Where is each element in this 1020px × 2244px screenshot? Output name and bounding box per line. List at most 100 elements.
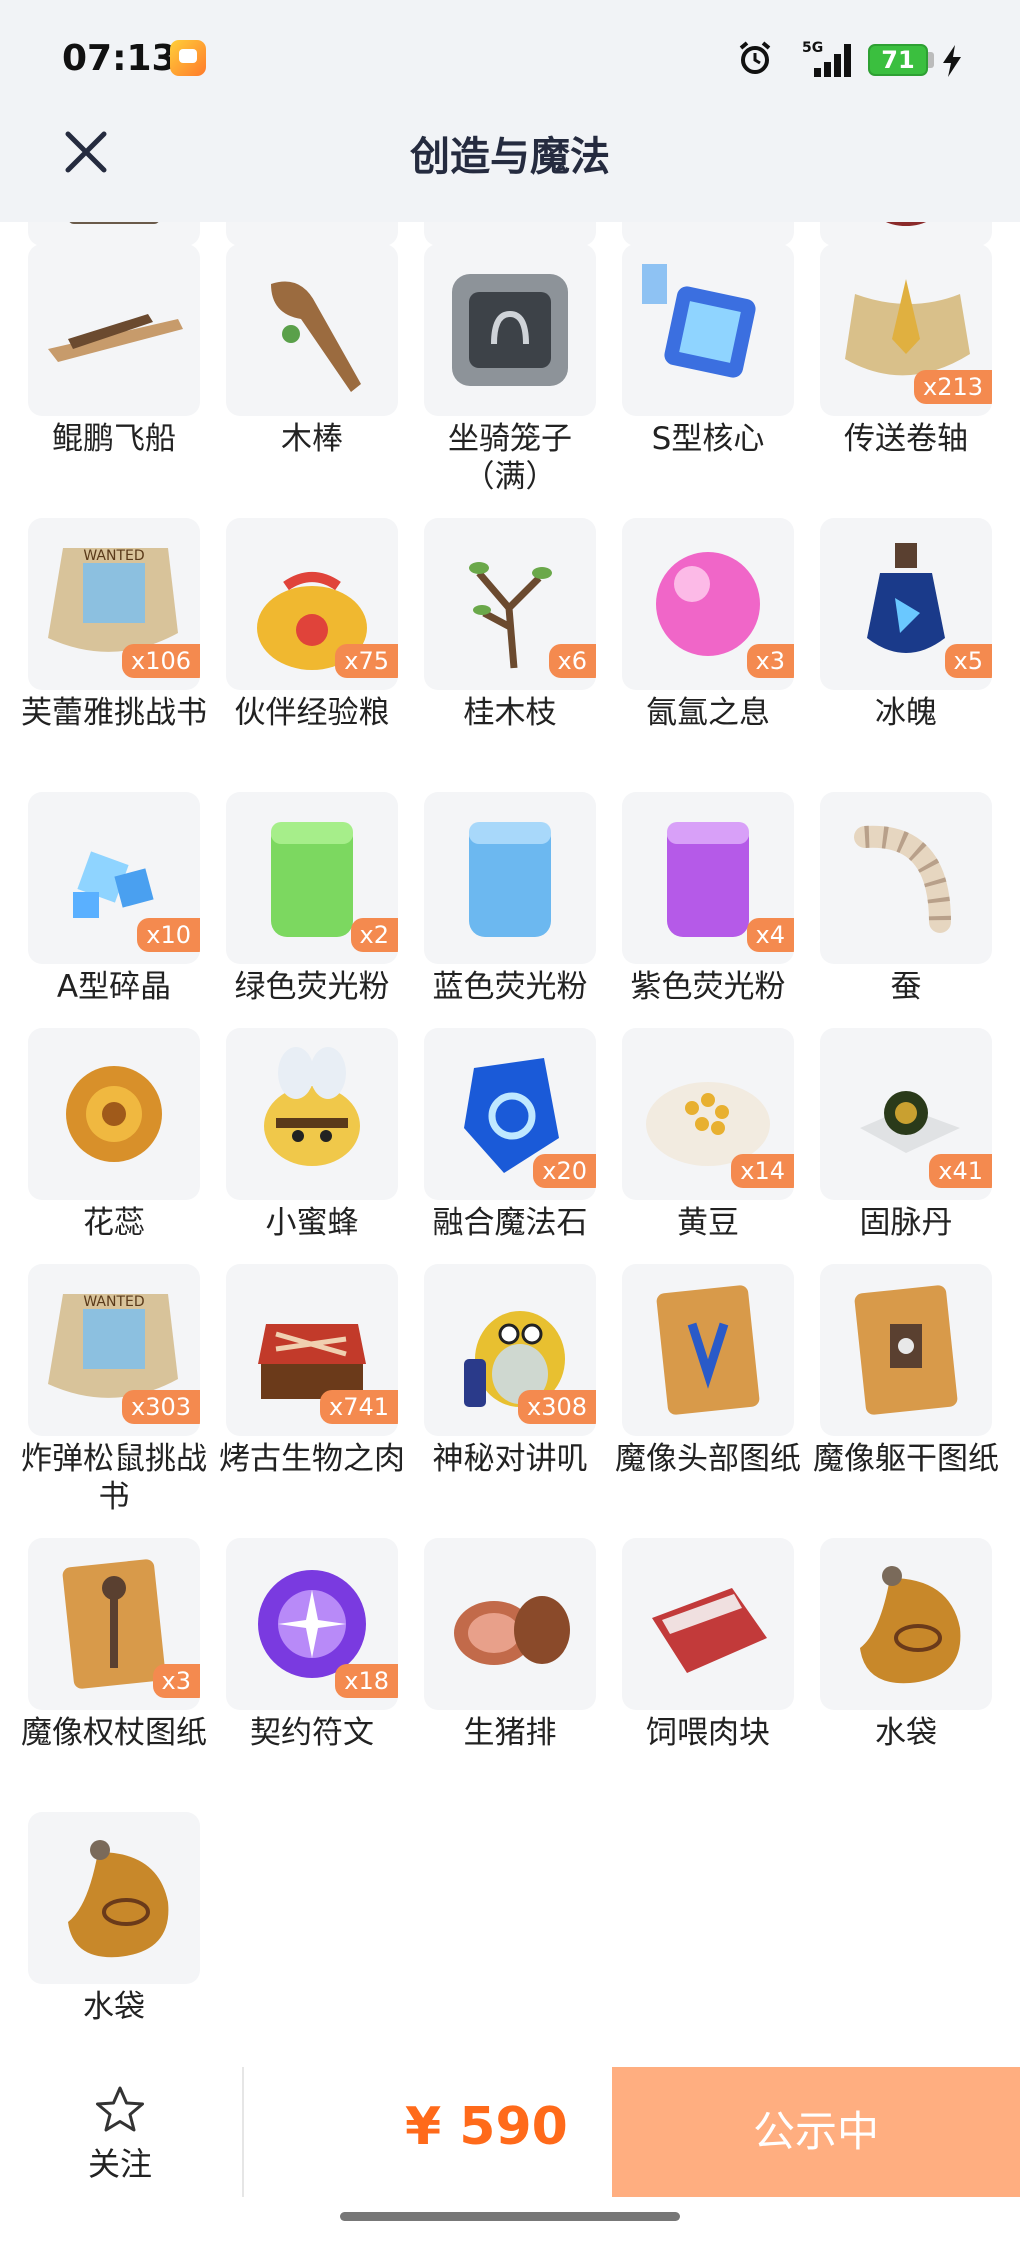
svg-text:WANTED: WANTED [83, 1294, 144, 1310]
item-name: 生猪排 [463, 1715, 557, 1751]
quantity-badge: x10 [137, 918, 200, 952]
water-bag-icon [28, 1812, 200, 1984]
price: ¥ 590 [405, 2097, 568, 2157]
quantity-badge: x4 [746, 918, 794, 952]
anvil-icon [226, 222, 398, 246]
item-name: 神秘对讲叽 [432, 1441, 588, 1477]
blueprint-scepter-icon: x3 [28, 1538, 200, 1710]
pork-chop-icon [424, 1538, 596, 1710]
item-name: 黄豆 [677, 1205, 739, 1241]
blue-jar-icon [424, 792, 596, 964]
item-name: 烤古生物之肉 [219, 1441, 405, 1477]
item-name: 魔像头部图纸 [615, 1441, 801, 1477]
pill-icon: x41 [820, 1028, 992, 1200]
quantity-badge: x3 [746, 644, 794, 678]
pink-orb-icon: x3 [622, 518, 794, 690]
quantity-badge: x41 [929, 1154, 992, 1188]
star-icon [96, 2086, 144, 2132]
app-notification-icon [170, 40, 206, 76]
item-name: 氤氲之息 [646, 695, 770, 731]
battery-tip [928, 52, 934, 68]
quantity-badge: x20 [533, 1154, 596, 1188]
quantity-badge: x14 [731, 1154, 794, 1188]
item-name: 蓝色荧光粉 [432, 969, 588, 1005]
soybean-plate-icon: x14 [622, 1028, 794, 1200]
grilled-meat-icon: x741 [226, 1264, 398, 1436]
wooden-club-icon [226, 244, 398, 416]
stamen-icon [28, 1028, 200, 1200]
item-name: 饲喂肉块 [646, 1715, 770, 1751]
status-bar: 07:13 5G 71 [0, 0, 1020, 118]
branch-icon: x6 [424, 518, 596, 690]
item-name: 紫色荧光粉 [630, 969, 786, 1005]
silkworm-icon [820, 792, 992, 964]
item-name: 坐骑笼子（满） [448, 421, 572, 495]
item-name: 伙伴经验粮 [234, 695, 390, 731]
quantity-badge: x6 [548, 644, 596, 678]
item-name: 芙蕾雅挑战书 [21, 695, 207, 731]
airship-icon [28, 244, 200, 416]
item-name: 水袋 [83, 1989, 145, 2025]
item-name: 炸弹松鼠挑战书 [21, 1441, 207, 1515]
item-name: 花蕊 [83, 1205, 145, 1241]
display-stand-icon [28, 222, 200, 246]
quantity-badge: x2 [350, 918, 398, 952]
quantity-badge: x308 [517, 1390, 596, 1424]
battery-indicator: 71 [868, 44, 928, 76]
home-indicator[interactable] [340, 2212, 680, 2221]
item-name: 冰魄 [875, 695, 937, 731]
signal-icon: 5G [802, 40, 851, 77]
status-time: 07:13 [62, 38, 177, 79]
item-name: 固脉丹 [859, 1205, 953, 1241]
item-name: 魔像权杖图纸 [21, 1715, 207, 1751]
blueprint-torso-icon [820, 1264, 992, 1436]
item-name: 桂木枝 [463, 695, 557, 731]
item-name: 绿色荧光粉 [234, 969, 390, 1005]
quantity-badge: x303 [121, 1390, 200, 1424]
quantity-badge: x741 [319, 1390, 398, 1424]
item-name: 契约符文 [250, 1715, 374, 1751]
follow-label: 关注 [87, 2145, 152, 2183]
item-grid[interactable]: 展示台铁砧附魔台魔法熔炉神秘龙蛋鲲鹏飞船木棒坐骑笼子（满）S型核心x213传送卷… [0, 222, 1020, 2067]
header: 创造与魔法 [0, 118, 1020, 222]
magic-stone-icon: x20 [424, 1028, 596, 1200]
page-title: 创造与魔法 [410, 134, 610, 180]
green-jar-icon: x2 [226, 792, 398, 964]
publicity-status-button[interactable]: 公示中 [612, 2067, 1020, 2197]
quantity-badge: x18 [335, 1664, 398, 1698]
walkie-bird-icon: x308 [424, 1264, 596, 1436]
item-name: 蚕 [890, 969, 922, 1005]
enchant-table-icon [424, 222, 596, 246]
water-bag-icon [820, 1538, 992, 1710]
item-name: 鲲鹏飞船 [52, 421, 176, 457]
svg-text:WANTED: WANTED [83, 548, 144, 564]
quantity-badge: x213 [913, 370, 992, 404]
quantity-badge: x106 [121, 644, 200, 678]
item-name: 传送卷轴 [844, 421, 968, 457]
magic-furnace-icon [622, 222, 794, 246]
follow-button[interactable]: 关注 [60, 2083, 180, 2203]
s-core-icon [622, 244, 794, 416]
alarm-icon [739, 41, 771, 74]
crystal-shards-icon: x10 [28, 792, 200, 964]
quantity-badge: x3 [152, 1664, 200, 1698]
charging-bolt-icon [943, 45, 961, 77]
teleport-scroll-icon: x213 [820, 244, 992, 416]
meat-block-icon [622, 1538, 794, 1710]
rune-icon: x18 [226, 1538, 398, 1710]
item-name: 小蜜蜂 [265, 1205, 359, 1241]
mount-cage-icon [424, 244, 596, 416]
wanted-scroll-icon: WANTED x106 [28, 518, 200, 690]
purple-jar-icon: x4 [622, 792, 794, 964]
item-name: 木棒 [281, 421, 343, 457]
food-bag-icon: x75 [226, 518, 398, 690]
item-name: 水袋 [875, 1715, 937, 1751]
blueprint-head-icon [622, 1264, 794, 1436]
quantity-badge: x5 [944, 644, 992, 678]
divider [242, 2067, 244, 2197]
item-name: 魔像躯干图纸 [813, 1441, 999, 1477]
item-name: A型碎晶 [56, 969, 172, 1005]
item-name: 融合魔法石 [432, 1205, 588, 1241]
quantity-badge: x75 [335, 644, 398, 678]
item-name: S型核心 [651, 421, 765, 457]
